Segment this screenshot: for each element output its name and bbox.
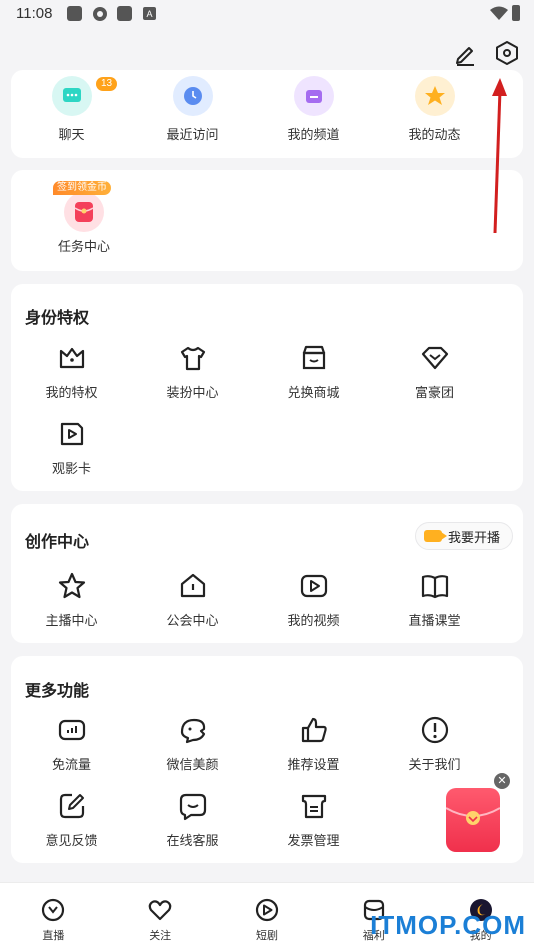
close-icon[interactable]: ✕: [494, 773, 510, 789]
notification-icon: [67, 6, 82, 21]
quick-item-label: 最近访问: [166, 127, 219, 142]
chat-bubble-icon: [179, 793, 206, 821]
a-icon: A: [143, 7, 156, 20]
data-usage-icon: [58, 719, 85, 741]
sync-icon: [93, 7, 107, 21]
more-label: 发票管理: [287, 833, 340, 848]
nav-label: 关注: [149, 930, 172, 942]
heart-icon: [148, 900, 172, 921]
privilege-label: 我的特权: [45, 385, 98, 400]
privilege-item-shop[interactable]: 兑换商城: [253, 342, 374, 401]
top-bar: [0, 28, 534, 76]
more-item-free-data[interactable]: 免流量: [11, 714, 132, 773]
shirt-icon: [180, 346, 205, 371]
star-icon: [414, 76, 455, 116]
more-label: 意见反馈: [45, 833, 98, 848]
creation-label: 主播中心: [45, 613, 98, 628]
privilege-item-dressup[interactable]: 装扮中心: [132, 342, 253, 401]
annotation-arrow-icon: [492, 78, 507, 234]
task-center-label: 任务中心: [57, 239, 110, 254]
more-section-title: 更多功能: [25, 683, 90, 700]
task-card: 任务中心 签到领金币: [11, 170, 523, 271]
nav-tab-short-drama[interactable]: 短剧: [214, 883, 321, 950]
star-outline-icon: [58, 572, 85, 599]
more-item-invoice[interactable]: 发票管理: [253, 790, 374, 849]
status-bar: 11:08 A: [0, 0, 534, 28]
more-item-feedback[interactable]: 意见反馈: [11, 790, 132, 849]
red-packet-icon: [64, 192, 104, 232]
quick-item-moments[interactable]: 我的动态: [374, 76, 495, 143]
checkin-badge: 签到领金币: [53, 181, 111, 195]
battery-icon: [512, 5, 520, 21]
diamond-icon: [421, 346, 448, 370]
thumbs-up-icon: [301, 717, 327, 743]
camera-icon: [423, 530, 447, 542]
feedback-edit-icon: [59, 793, 84, 819]
start-live-button[interactable]: 我要开播: [414, 522, 513, 550]
privilege-label: 兑换商城: [287, 385, 340, 400]
quick-item-channel[interactable]: 我的频道: [253, 76, 374, 143]
start-live-label: 我要开播: [447, 529, 500, 545]
quick-item-label: 我的频道: [287, 127, 340, 142]
creation-item-anchor[interactable]: 主播中心: [11, 570, 132, 629]
creation-section-title: 创作中心: [25, 534, 90, 551]
more-label: 微信美颜: [166, 757, 219, 772]
more-item-service[interactable]: 在线客服: [132, 790, 253, 849]
nav-tab-follow[interactable]: 关注: [107, 883, 214, 950]
book-icon: [421, 575, 448, 599]
home-icon: [180, 573, 205, 598]
floating-red-packet[interactable]: [445, 788, 501, 852]
channel-icon: [293, 76, 334, 116]
privilege-item-mine[interactable]: 我的特权: [11, 342, 132, 401]
more-label: 在线客服: [166, 833, 219, 848]
chat-unread-badge: 13: [96, 77, 118, 91]
more-item-recommend[interactable]: 推荐设置: [253, 714, 374, 773]
more-label: 关于我们: [408, 757, 461, 772]
creation-label: 直播课堂: [408, 613, 461, 628]
quick-item-label: 我的动态: [408, 127, 461, 142]
identity-card: 身份特权 我的特权 装扮中心 兑换商城 富豪团 观影卡: [11, 284, 523, 491]
status-time: 11:08: [16, 5, 53, 22]
more-label: 推荐设置: [287, 757, 340, 772]
live-icon: [42, 898, 65, 922]
creation-label: 我的视频: [287, 613, 340, 628]
beauty-icon: [180, 718, 205, 744]
invoice-icon: [301, 794, 326, 819]
video-icon: [300, 574, 327, 598]
settings-icon[interactable]: [494, 40, 520, 66]
privilege-label: 富豪团: [414, 385, 454, 400]
nav-label: 直播: [42, 930, 65, 942]
wifi-icon: [490, 6, 508, 20]
chat-icon: [51, 76, 92, 116]
info-icon: [421, 716, 448, 744]
creation-item-class[interactable]: 直播课堂: [374, 570, 495, 629]
identity-section-title: 身份特权: [25, 310, 90, 327]
creation-card: 创作中心 我要开播 主播中心 公会中心 我的视频 直播课堂: [11, 504, 523, 643]
nav-label: 短剧: [255, 930, 278, 942]
quick-item-label: 聊天: [58, 127, 85, 142]
more-item-about[interactable]: 关于我们: [374, 714, 495, 773]
red-packet-icon: [445, 807, 501, 825]
more-label: 免流量: [51, 757, 91, 772]
crown-icon: [59, 347, 84, 369]
quick-access-card: 聊天 最近访问 我的频道 我的动态: [11, 70, 523, 158]
creation-item-videos[interactable]: 我的视频: [253, 570, 374, 629]
svg-text:A: A: [146, 9, 152, 19]
movie-card-icon: [60, 422, 83, 446]
nav-tab-live[interactable]: 直播: [0, 883, 107, 950]
store-icon: [302, 345, 325, 370]
creation-label: 公会中心: [166, 613, 219, 628]
quick-item-recent[interactable]: 最近访问: [132, 76, 253, 143]
edit-icon[interactable]: [452, 40, 478, 66]
play-icon: [255, 898, 279, 922]
clock-icon: [172, 76, 213, 116]
privilege-label: 观影卡: [51, 461, 91, 476]
privilege-item-rich[interactable]: 富豪团: [374, 342, 495, 401]
more-item-beauty[interactable]: 微信美颜: [132, 714, 253, 773]
watermark: ITMOP.COM: [370, 910, 526, 940]
privilege-item-moviecard[interactable]: 观影卡: [11, 418, 132, 477]
privilege-label: 装扮中心: [166, 385, 219, 400]
creation-item-guild[interactable]: 公会中心: [132, 570, 253, 629]
app-notification-icon: [117, 6, 132, 21]
